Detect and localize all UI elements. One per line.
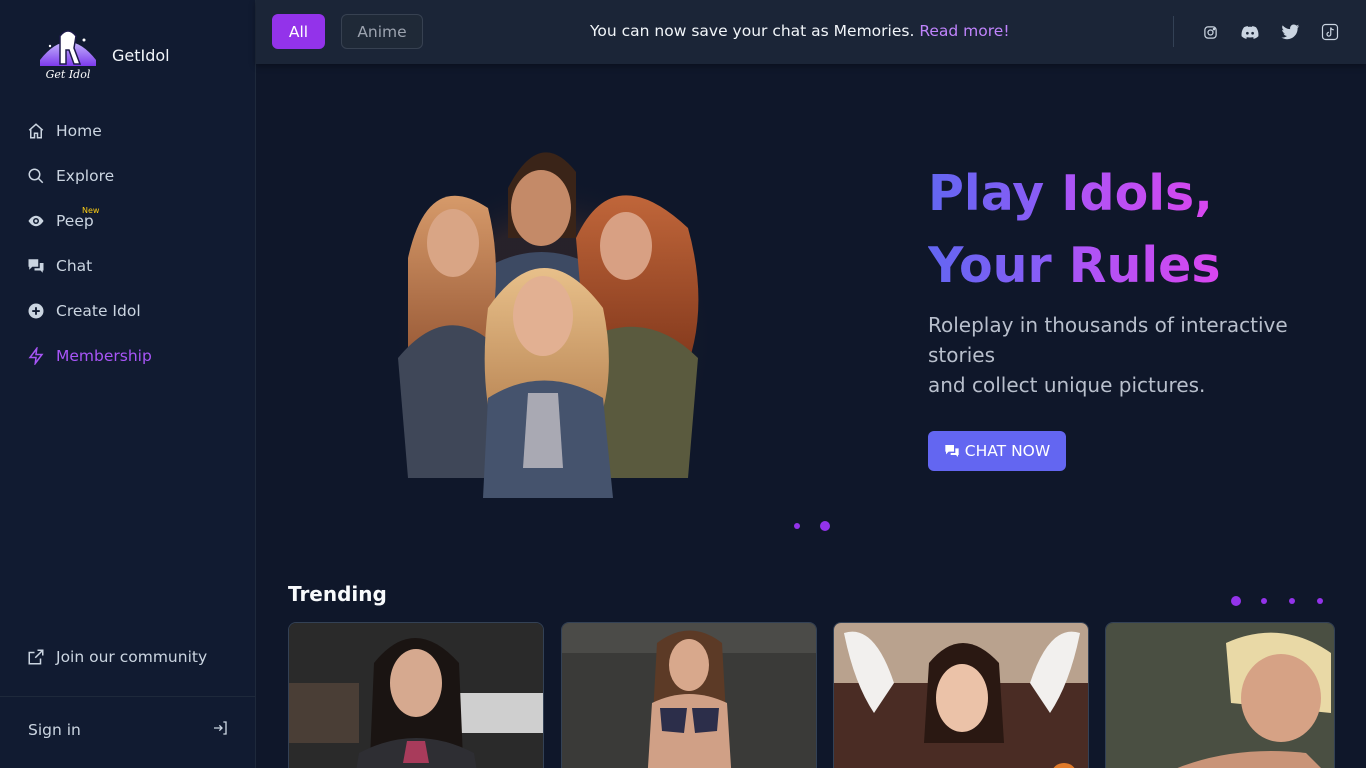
card-image [1106,623,1334,768]
join-community-link[interactable]: Join our community [27,648,207,666]
sidebar: Get Idol GetIdol Home Explore Peep New C… [0,0,256,768]
hero-title: Play Idols, Your Rules [928,165,1221,294]
search-icon [27,167,45,185]
plus-circle-icon [27,302,45,320]
filter-all-button[interactable]: All [272,14,325,49]
home-icon [27,122,45,140]
sidebar-item-label: Chat [56,256,93,275]
sign-in-button[interactable]: Sign in [28,720,228,740]
trending-dot[interactable] [1289,598,1295,604]
trending-title: Trending [288,582,387,606]
sidebar-item-label: Create Idol [56,301,141,320]
sidebar-item-peep[interactable]: Peep New [0,198,255,243]
discord-icon[interactable] [1240,22,1260,42]
logo: Get Idol [38,26,98,84]
lightning-icon [27,346,45,365]
divider [1173,16,1174,47]
instagram-icon[interactable] [1200,22,1220,42]
sidebar-nav: Home Explore Peep New Chat Create Idol M… [0,108,255,378]
sidebar-item-explore[interactable]: Explore [0,153,255,198]
sidebar-item-create-idol[interactable]: Create Idol [0,288,255,333]
eye-icon [27,212,45,230]
trending-card[interactable] [561,622,817,768]
brand[interactable]: Get Idol GetIdol [38,26,170,84]
community-label: Join our community [56,648,208,666]
new-badge: New [82,206,100,215]
trending-card[interactable] [288,622,544,768]
sidebar-item-home[interactable]: Home [0,108,255,153]
trending-card[interactable] [833,622,1089,768]
external-link-icon [27,648,45,666]
top-bar: All Anime You can now save your chat as … [256,0,1366,64]
card-image [562,623,816,768]
login-arrow-icon [212,720,228,740]
sign-in-label: Sign in [28,721,81,739]
twitter-icon[interactable] [1280,22,1300,42]
card-image [289,623,543,768]
chat-now-button[interactable]: CHAT NOW [928,431,1066,471]
hero-image [388,128,718,498]
trending-dot[interactable] [1261,598,1267,604]
tiktok-icon[interactable] [1320,22,1340,42]
brand-name: GetIdol [112,45,170,65]
announcement-banner: You can now save your chat as Memories. … [590,22,1010,40]
hero-subtitle: Roleplay in thousands of interactive sto… [928,313,1288,397]
trending-card[interactable] [1105,622,1335,768]
sidebar-item-label: Membership [56,346,152,365]
carousel-dot-active[interactable] [820,521,830,531]
filter-anime-button[interactable]: Anime [341,14,423,49]
svg-text:Get Idol: Get Idol [46,68,91,81]
sidebar-item-label: Home [56,121,102,140]
trending-dot[interactable] [1317,598,1323,604]
announcement-text: You can now save your chat as Memories. [590,22,915,40]
sidebar-item-label: Explore [56,166,115,185]
chat-bubbles-icon [27,257,45,275]
divider [0,696,255,697]
sidebar-item-membership[interactable]: Membership [0,333,255,378]
read-more-link[interactable]: Read more! [919,22,1009,40]
card-image [834,623,1088,768]
chat-bubbles-icon [944,443,960,459]
carousel-dot[interactable] [794,523,800,529]
sidebar-item-chat[interactable]: Chat [0,243,255,288]
trending-dot-active[interactable] [1231,596,1241,606]
